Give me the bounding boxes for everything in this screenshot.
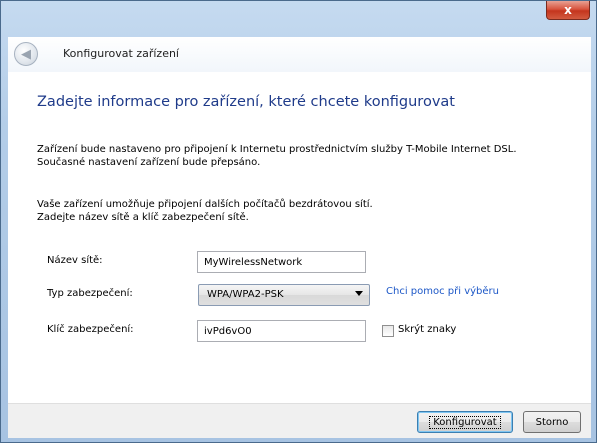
security-type-select[interactable]: WPA/WPA2-PSK	[198, 284, 370, 306]
network-name-label: Název sítě:	[47, 255, 103, 266]
security-type-label: Typ zabezpečení:	[47, 288, 133, 299]
cancel-button-label: Storno	[535, 416, 569, 428]
info-line: Zadejte název sítě a klíč zabezpečení sí…	[37, 212, 249, 223]
info-paragraph-1: Zařízení bude nastaveno pro připojení k …	[37, 143, 517, 169]
chevron-down-icon	[355, 291, 363, 296]
dialog-content: Zadejte informace pro zařízení, které ch…	[8, 72, 591, 403]
info-paragraph-2: Vaše zařízení umožňuje připojení dalších…	[37, 198, 373, 224]
back-button[interactable]: ◀	[14, 42, 38, 66]
dialog-title: Konfigurovat zařízení	[63, 47, 179, 60]
info-line: Vaše zařízení umožňuje připojení dalších…	[37, 199, 373, 210]
security-key-input[interactable]	[197, 320, 366, 342]
cancel-button[interactable]: Storno	[523, 411, 581, 433]
help-choose-link[interactable]: Chci pomoc při výběru	[386, 286, 499, 297]
security-type-value: WPA/WPA2-PSK	[207, 289, 284, 300]
configure-button-label: Konfigurovat	[429, 415, 501, 429]
dialog-footer: Konfigurovat Storno	[8, 403, 591, 438]
configure-button[interactable]: Konfigurovat	[417, 411, 513, 433]
info-line: Současné nastavení zařízení bude přepsán…	[37, 157, 261, 168]
security-key-label: Klíč zabezpečení:	[47, 324, 134, 335]
info-line: Zařízení bude nastaveno pro připojení k …	[37, 144, 517, 155]
page-heading: Zadejte informace pro zařízení, které ch…	[37, 94, 455, 110]
hide-characters-checkbox[interactable]	[382, 325, 394, 337]
close-button[interactable]: x	[546, 1, 590, 20]
hide-characters-label[interactable]: Skrýt znaky	[398, 324, 456, 335]
dialog-window: x ◀ Konfigurovat zařízení Zadejte inform…	[0, 0, 597, 443]
back-arrow-icon: ◀	[21, 46, 31, 62]
dialog-header: ◀ Konfigurovat zařízení	[8, 37, 591, 73]
network-name-input[interactable]	[197, 251, 366, 273]
close-icon: x	[564, 3, 572, 17]
